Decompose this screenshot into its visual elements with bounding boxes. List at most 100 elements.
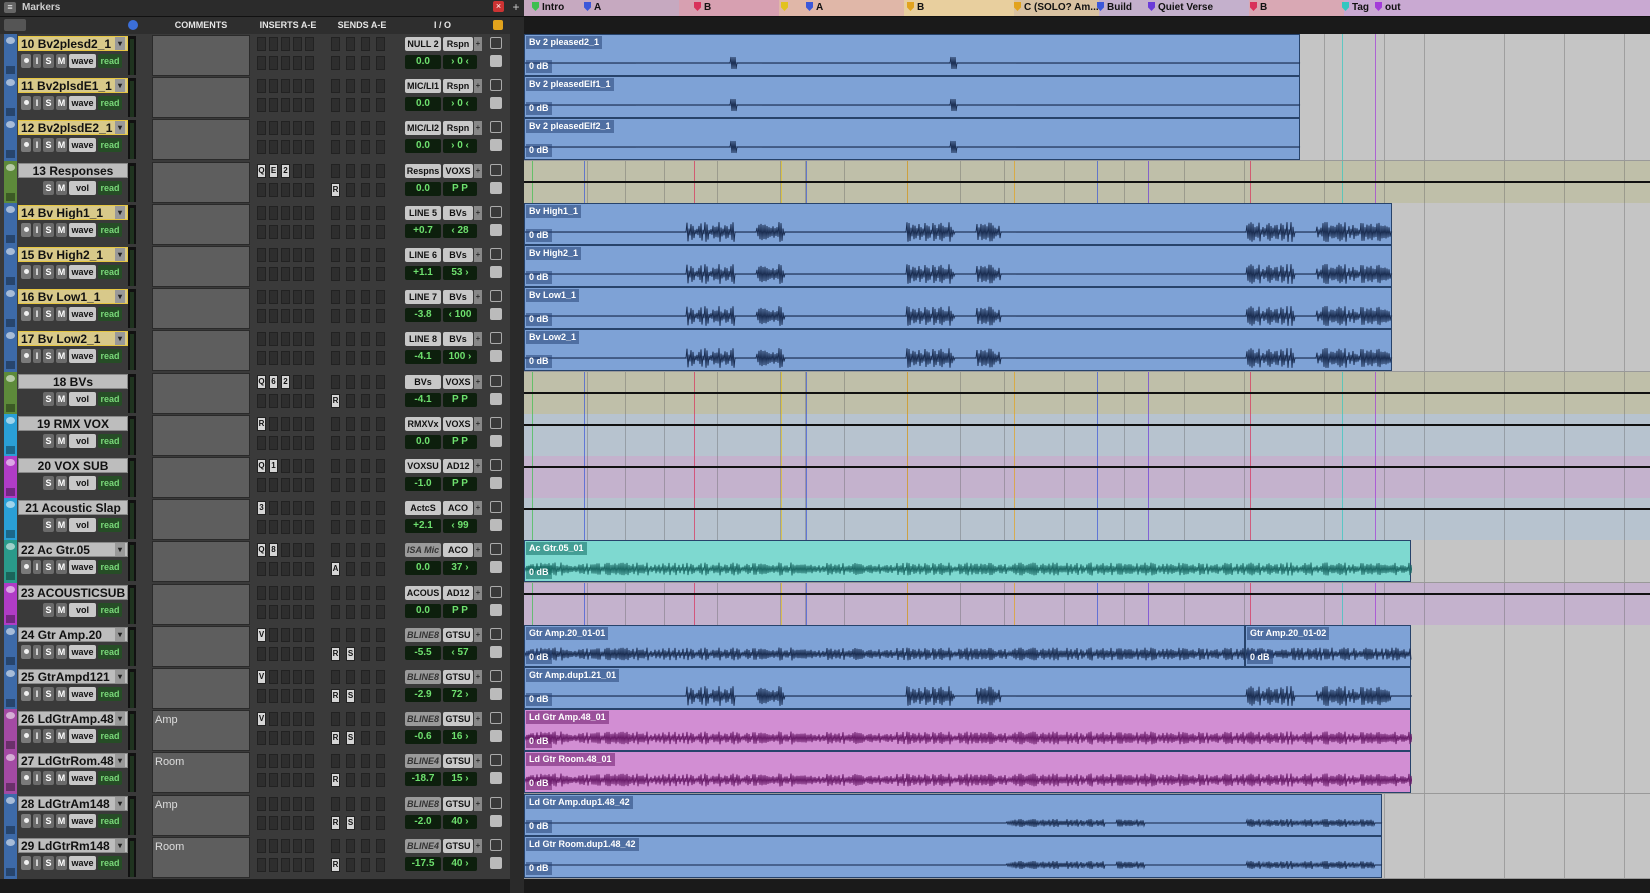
output-selector[interactable]: GTSU	[443, 670, 473, 684]
output-selector[interactable]: GTSU	[443, 838, 473, 853]
input-selector[interactable]: ISA Mic	[405, 543, 441, 558]
insert-slot[interactable]	[305, 332, 314, 347]
output-selector[interactable]: GTSU	[443, 712, 473, 727]
record-arm-button[interactable]	[21, 729, 31, 744]
audio-clip[interactable]: Gtr Amp.20_01-01 0 dB	[524, 624, 1246, 667]
insert-slot-lower[interactable]	[257, 224, 266, 239]
send-slot-upper[interactable]	[376, 838, 385, 853]
insert-slot[interactable]	[293, 670, 302, 684]
mute-button[interactable]: M	[56, 560, 67, 575]
insert-slot-lower[interactable]	[281, 646, 290, 661]
mute-button[interactable]: M	[56, 138, 67, 153]
insert-slot[interactable]	[269, 416, 278, 431]
clip-gain[interactable]: 0 dB	[526, 650, 552, 664]
track-name-field[interactable]: 27 LdGtrRom.48 ▾	[18, 753, 128, 769]
send-slot-upper[interactable]	[376, 585, 385, 600]
output-selector[interactable]: GTSU	[443, 796, 473, 811]
audio-clip[interactable]: Bv 2 pleasedElf2_1 0 dB	[524, 118, 1301, 161]
input-selector[interactable]: BLINE8	[405, 627, 441, 642]
output-selector[interactable]: BVs	[443, 290, 473, 305]
insert-slot-lower[interactable]	[257, 267, 266, 281]
track-view-selector[interactable]: wave	[69, 813, 96, 828]
automation-mode-selector[interactable]: read	[98, 813, 122, 828]
io-expand-icon[interactable]: +	[474, 501, 482, 516]
send-slot[interactable]	[376, 98, 385, 113]
insert-slot[interactable]	[293, 838, 302, 853]
track-lane[interactable]	[524, 498, 1650, 542]
insert-slot-lower[interactable]	[305, 689, 314, 703]
track-menu-icon[interactable]: ▾	[115, 670, 125, 683]
record-arm-button[interactable]	[21, 349, 31, 364]
insert-slot[interactable]	[305, 627, 314, 642]
track-list-icon[interactable]	[490, 266, 502, 278]
pan-readout[interactable]: 53 ›	[443, 266, 477, 280]
insert-slot-lower[interactable]	[305, 731, 314, 746]
marker-9[interactable]: Quiet Verse	[1148, 1, 1213, 15]
track-list-icon[interactable]	[490, 477, 502, 489]
insert-slot-lower[interactable]	[281, 562, 290, 577]
send-slot[interactable]	[346, 309, 355, 324]
clip-gain[interactable]: 0 dB	[526, 777, 552, 791]
insert-slot[interactable]	[293, 163, 302, 178]
insert-slot[interactable]: R	[257, 416, 266, 431]
send-slot-upper[interactable]	[361, 79, 370, 94]
volume-readout[interactable]: -3.8	[405, 308, 441, 323]
track-name-field[interactable]: 24 Gtr Amp.20 ▾	[18, 626, 128, 642]
send-slot-upper[interactable]	[346, 416, 355, 431]
solo-button[interactable]: S	[43, 265, 54, 279]
show-hide-arrow-icon[interactable]	[6, 121, 15, 129]
automation-line[interactable]	[524, 466, 1650, 468]
show-hide-arrow-icon[interactable]	[6, 670, 15, 677]
insert-slot[interactable]: Q	[257, 543, 266, 558]
send-slot-upper[interactable]	[376, 374, 385, 389]
send-slot[interactable]	[376, 56, 385, 70]
pan-readout[interactable]: P P	[443, 434, 477, 449]
record-arm-button[interactable]	[21, 855, 31, 870]
show-hide-arrow-icon[interactable]	[6, 374, 15, 382]
insert-slot[interactable]	[257, 121, 266, 136]
audio-clip[interactable]: Ac Gtr.05_01 0 dB	[524, 540, 1412, 583]
track-menu-icon[interactable]: ▾	[115, 712, 125, 726]
insert-slot[interactable]	[305, 670, 314, 684]
io-expand-icon[interactable]: +	[474, 374, 482, 389]
insert-slot[interactable]	[305, 543, 314, 558]
insert-slot-lower[interactable]	[269, 604, 278, 619]
insert-slot[interactable]	[293, 374, 302, 389]
track-name-field[interactable]: 25 GtrAmpd121 ▾	[18, 669, 128, 684]
track-list-icon[interactable]	[490, 603, 502, 616]
markers-menu-icon[interactable]: ≡	[4, 2, 16, 13]
insert-slot[interactable]: Q	[257, 374, 266, 389]
track-list-icon[interactable]	[490, 814, 502, 827]
input-selector[interactable]: Respns	[405, 163, 441, 178]
io-expand-icon[interactable]: +	[474, 627, 482, 642]
send-slot[interactable]	[376, 393, 385, 408]
send-slot-upper[interactable]	[361, 248, 370, 262]
volume-readout[interactable]: -5.5	[405, 645, 441, 660]
insert-slot-lower[interactable]	[293, 224, 302, 239]
pan-readout[interactable]: 72 ›	[443, 688, 477, 702]
clip-gain[interactable]: 0 dB	[526, 693, 552, 706]
track-menu-icon[interactable]: ▾	[115, 838, 125, 852]
pan-readout[interactable]: 37 ›	[443, 561, 477, 576]
send-slot[interactable]: R	[331, 393, 340, 408]
audio-clip[interactable]: Ld Gtr Amp.dup1.48_42 0 dB	[524, 793, 1383, 836]
insert-slot[interactable]	[281, 205, 290, 220]
track-comments-field[interactable]: Amp	[152, 710, 250, 752]
track-view-selector[interactable]: wave	[69, 771, 96, 786]
insert-slot[interactable]	[257, 79, 266, 94]
insert-slot-lower[interactable]	[305, 520, 314, 535]
send-slot-upper[interactable]	[376, 79, 385, 94]
insert-slot-lower[interactable]	[305, 182, 314, 197]
volume-readout[interactable]: -2.0	[405, 814, 441, 829]
insert-slot[interactable]	[269, 205, 278, 220]
send-slot-upper[interactable]	[346, 670, 355, 684]
insert-slot[interactable]	[281, 796, 290, 811]
track-view-selector[interactable]: wave	[69, 855, 96, 870]
send-slot[interactable]	[346, 435, 355, 450]
mute-button[interactable]: M	[56, 602, 67, 617]
send-slot-upper[interactable]	[376, 796, 385, 811]
insert-slot-lower[interactable]	[305, 478, 314, 492]
insert-slot[interactable]	[281, 670, 290, 684]
insert-slot-lower[interactable]	[281, 478, 290, 492]
send-slot-upper[interactable]	[376, 712, 385, 727]
